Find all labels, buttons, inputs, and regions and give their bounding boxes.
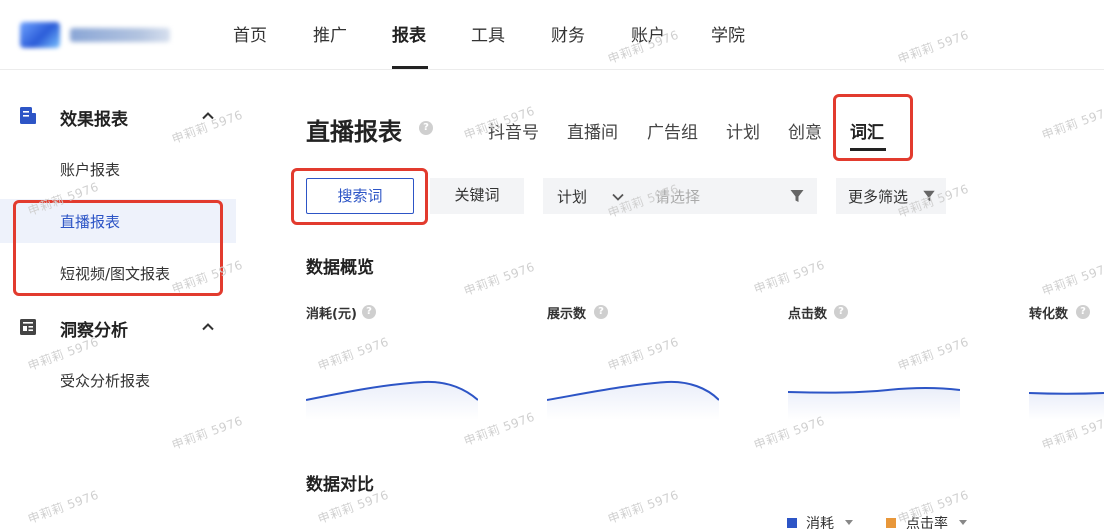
chevron-up-icon[interactable] — [200, 108, 216, 124]
legend-label-ctr[interactable]: 点击率 — [906, 513, 948, 529]
watermark: 申莉莉 5976 — [752, 257, 827, 297]
nav-item-account[interactable]: 账户 — [631, 21, 665, 46]
help-icon[interactable]: ? — [834, 305, 848, 319]
plan-filter-placeholder: 请选择 — [655, 188, 701, 206]
sidebar-item-account-report[interactable]: 账户报表 — [0, 147, 236, 191]
overview-title: 数据概览 — [306, 258, 374, 278]
help-icon[interactable]: ? — [1076, 305, 1090, 319]
tab-active-indicator — [850, 148, 886, 151]
filter-icon — [790, 190, 804, 202]
plan-filter-label: 计划 — [557, 188, 588, 206]
page-title: 直播报表 — [306, 118, 402, 146]
nav-active-indicator — [392, 66, 428, 69]
logo-mark-icon — [20, 22, 60, 48]
watermark: 申莉莉 5976 — [1040, 103, 1104, 143]
sparkline-clicks — [788, 387, 960, 420]
chevron-down-icon — [612, 193, 624, 201]
more-filters-button[interactable]: 更多筛选 — [836, 178, 946, 214]
sidebar-item-label: 受众分析报表 — [60, 372, 151, 390]
tab-creative[interactable]: 创意 — [788, 118, 822, 143]
tab-douyin-account[interactable]: 抖音号 — [488, 118, 539, 143]
caret-down-icon[interactable] — [958, 519, 968, 527]
nav-item-promotion[interactable]: 推广 — [313, 21, 347, 46]
metric-label-impressions: 展示数 — [547, 307, 587, 322]
search-term-button[interactable]: 搜索词 — [306, 178, 414, 214]
help-icon[interactable]: ? — [594, 305, 608, 319]
compare-title: 数据对比 — [306, 475, 374, 495]
nav-item-home[interactable]: 首页 — [233, 21, 267, 46]
watermark: 申莉莉 5976 — [462, 259, 537, 299]
sidebar-section-performance-reports[interactable]: 效果报表 — [0, 102, 236, 132]
top-navigation-bar: 首页 推广 报表 工具 财务 账户 学院 — [0, 0, 1104, 70]
nav-item-reports[interactable]: 报表 — [392, 21, 426, 46]
nav-item-tools[interactable]: 工具 — [471, 21, 505, 46]
sparkline-cost — [306, 380, 478, 420]
metric-label-clicks: 点击数 — [788, 307, 828, 322]
sidebar-item-label: 账户报表 — [60, 161, 121, 179]
nav-item-finance[interactable]: 财务 — [551, 21, 585, 46]
metric-label-cost: 消耗(元) — [306, 307, 357, 322]
filter-icon — [923, 190, 935, 202]
legend-swatch-ctr — [886, 518, 896, 528]
logo-wordmark — [70, 28, 170, 42]
sparkline-conversions — [1029, 392, 1104, 420]
keyword-button[interactable]: 关键词 — [430, 178, 524, 214]
tab-live-room[interactable]: 直播间 — [567, 118, 618, 143]
legend-label-cost[interactable]: 消耗 — [806, 513, 834, 529]
tab-ad-group[interactable]: 广告组 — [647, 118, 698, 143]
caret-down-icon[interactable] — [844, 519, 854, 527]
watermark: 申莉莉 5976 — [1040, 259, 1104, 299]
brand-logo[interactable] — [20, 20, 176, 48]
sidebar-section-label: 洞察分析 — [60, 321, 128, 341]
sidebar-item-audience-report[interactable]: 受众分析报表 — [0, 358, 236, 402]
sidebar-section-insight-analysis[interactable]: 洞察分析 — [0, 313, 236, 343]
sidebar: 效果报表 账户报表 直播报表 短视频/图文报表 洞察分析 受众分析报表 — [0, 71, 236, 529]
sidebar-item-live-report[interactable]: 直播报表 — [0, 199, 236, 243]
plan-filter-select[interactable]: 计划 请选择 — [543, 178, 817, 214]
tab-plan[interactable]: 计划 — [726, 118, 760, 143]
report-icon — [20, 107, 36, 124]
watermark: 申莉莉 5976 — [606, 487, 681, 527]
sidebar-item-video-report[interactable]: 短视频/图文报表 — [0, 251, 236, 295]
legend-swatch-cost — [787, 518, 797, 528]
tab-vocabulary[interactable]: 词汇 — [850, 118, 884, 143]
more-filters-label: 更多筛选 — [848, 188, 909, 206]
help-icon[interactable]: ? — [419, 121, 433, 135]
insight-icon — [20, 319, 36, 335]
sidebar-item-label: 直播报表 — [60, 213, 121, 231]
sparkline-impressions — [547, 380, 719, 420]
sidebar-section-label: 效果报表 — [60, 110, 128, 130]
metric-label-conversions: 转化数 — [1029, 307, 1069, 322]
sidebar-item-label: 短视频/图文报表 — [60, 265, 171, 283]
nav-item-academy[interactable]: 学院 — [711, 21, 745, 46]
chevron-up-icon[interactable] — [200, 319, 216, 335]
help-icon[interactable]: ? — [362, 305, 376, 319]
